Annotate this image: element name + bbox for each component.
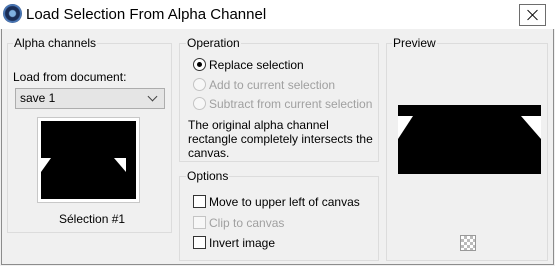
chevron-down-icon — [147, 91, 158, 102]
intersection-info-text: The original alpha channel rectangle com… — [188, 118, 373, 160]
alpha-thumbnail[interactable] — [37, 117, 140, 203]
window-title: Load Selection From Alpha Channel — [26, 6, 267, 23]
add-selection-label[interactable]: Add to current selection — [209, 78, 335, 92]
invert-image-checkbox[interactable] — [193, 236, 206, 249]
move-upper-left-label[interactable]: Move to upper left of canvas — [209, 195, 360, 209]
operation-label: Operation — [186, 36, 241, 50]
preview-image — [398, 105, 541, 174]
options-label: Options — [186, 169, 230, 183]
document-select[interactable]: save 1 — [15, 88, 165, 109]
thumbnail-caption: Sélection #1 — [59, 212, 126, 226]
add-selection-radio[interactable] — [193, 78, 206, 91]
radio-selected-dot — [197, 62, 202, 67]
subtract-selection-label[interactable]: Subtract from current selection — [209, 97, 372, 111]
load-from-label: Load from document: — [13, 70, 127, 84]
clip-to-canvas-label[interactable]: Clip to canvas — [209, 216, 284, 230]
app-icon[interactable] — [3, 4, 22, 23]
clip-to-canvas-checkbox[interactable] — [193, 216, 206, 229]
subtract-selection-radio[interactable] — [193, 97, 206, 110]
alpha-channels-label: Alpha channels — [13, 36, 98, 50]
close-button[interactable] — [519, 4, 546, 26]
alpha-thumbnail-image — [41, 121, 136, 199]
preview-label: Preview — [392, 36, 437, 50]
document-select-value: save 1 — [20, 91, 56, 105]
replace-selection-label[interactable]: Replace selection — [209, 58, 304, 72]
checkerboard-icon[interactable] — [460, 235, 476, 251]
move-upper-left-checkbox[interactable] — [193, 195, 206, 208]
thumbnail-dropdown-icon[interactable] — [128, 155, 136, 159]
invert-image-label[interactable]: Invert image — [209, 236, 275, 250]
replace-selection-radio[interactable] — [193, 58, 206, 71]
